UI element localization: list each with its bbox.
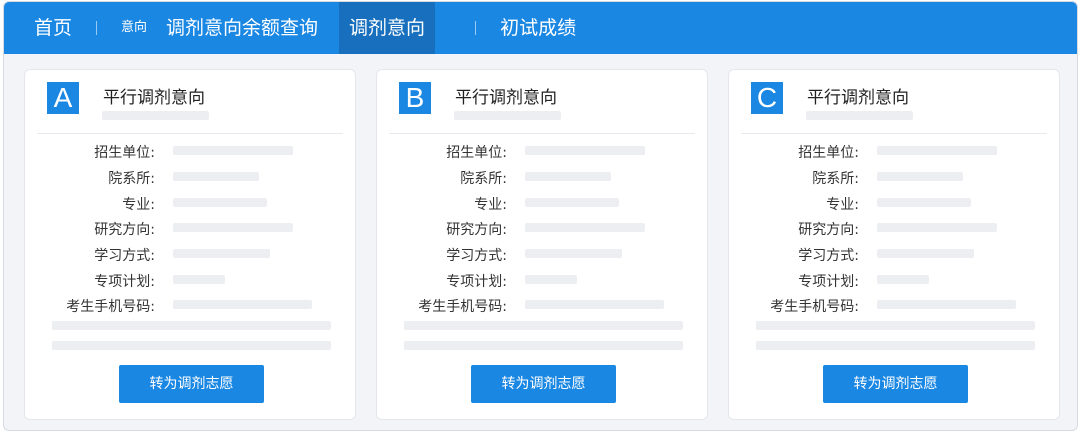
content-placeholder	[52, 341, 331, 350]
label-study-mode: 学习方式:	[798, 248, 859, 264]
value-placeholder	[877, 198, 971, 207]
label-phone: 考生手机号码:	[66, 299, 155, 315]
value-placeholder	[525, 249, 622, 258]
value-placeholder	[525, 172, 611, 181]
card-title: 平行调剂意向	[103, 88, 205, 108]
convert-to-choice-button[interactable]: 转为调剂志愿	[119, 365, 264, 403]
label-institution: 招生单位:	[446, 145, 507, 161]
label-study-mode: 学习方式:	[446, 248, 507, 264]
label-research-direction: 研究方向:	[798, 222, 859, 238]
label-major: 专业:	[122, 197, 155, 213]
label-special-plan: 专项计划:	[94, 274, 155, 290]
label-phone: 考生手机号码:	[418, 299, 507, 315]
content-placeholder	[52, 321, 331, 330]
nav-separator	[475, 21, 477, 35]
label-major: 专业:	[826, 197, 859, 213]
value-placeholder	[525, 275, 577, 284]
subtitle-placeholder	[806, 111, 913, 120]
label-department: 院系所:	[108, 171, 155, 187]
value-placeholder	[173, 172, 259, 181]
convert-to-choice-button[interactable]: 转为调剂志愿	[823, 365, 968, 403]
badge-a: A	[47, 82, 79, 114]
label-department: 院系所:	[812, 171, 859, 187]
value-placeholder	[173, 223, 293, 232]
nav-home[interactable]: 首页	[34, 2, 72, 54]
card-title: 平行调剂意向	[807, 88, 909, 108]
app-frame: 首页 意向 调剂意向余额查询 调剂意向 初试成绩 A 平行调剂意向 招生单位: …	[3, 1, 1078, 431]
label-major: 专业:	[474, 197, 507, 213]
label-institution: 招生单位:	[94, 145, 155, 161]
value-placeholder	[877, 172, 963, 181]
divider	[389, 133, 695, 134]
label-phone: 考生手机号码:	[770, 299, 859, 315]
label-department: 院系所:	[460, 171, 507, 187]
top-nav: 首页 意向 调剂意向余额查询 调剂意向 初试成绩	[4, 2, 1077, 54]
divider	[741, 133, 1047, 134]
label-study-mode: 学习方式:	[94, 248, 155, 264]
nav-separator	[96, 21, 98, 35]
card-title: 平行调剂意向	[455, 88, 557, 108]
subtitle-placeholder	[454, 111, 561, 120]
value-placeholder	[525, 300, 664, 309]
content-placeholder	[404, 321, 683, 330]
value-placeholder	[877, 223, 997, 232]
subtitle-placeholder	[102, 111, 209, 120]
value-placeholder	[525, 223, 645, 232]
label-special-plan: 专项计划:	[798, 274, 859, 290]
badge-c: C	[751, 82, 783, 114]
value-placeholder	[877, 300, 1016, 309]
nav-initial-score[interactable]: 初试成绩	[500, 2, 576, 54]
nav-adjust-intent[interactable]: 调剂意向	[339, 2, 436, 54]
value-placeholder	[525, 146, 645, 155]
value-placeholder	[173, 146, 293, 155]
value-placeholder	[173, 198, 267, 207]
content-placeholder	[756, 321, 1035, 330]
content-placeholder	[404, 341, 683, 350]
label-special-plan: 专项计划:	[446, 274, 507, 290]
value-placeholder	[877, 275, 929, 284]
value-placeholder	[173, 300, 312, 309]
badge-b: B	[399, 82, 431, 114]
intent-card-c: C 平行调剂意向 招生单位: 院系所: 专业: 研究方向: 学习方式: 专项计划…	[728, 69, 1060, 420]
label-research-direction: 研究方向:	[94, 222, 155, 238]
convert-to-choice-button[interactable]: 转为调剂志愿	[471, 365, 616, 403]
value-placeholder	[877, 249, 974, 258]
value-placeholder	[525, 198, 619, 207]
divider	[37, 133, 343, 134]
nav-intent-small[interactable]: 意向	[121, 2, 147, 54]
value-placeholder	[173, 275, 225, 284]
label-institution: 招生单位:	[798, 145, 859, 161]
label-research-direction: 研究方向:	[446, 222, 507, 238]
value-placeholder	[877, 146, 997, 155]
intent-card-a: A 平行调剂意向 招生单位: 院系所: 专业: 研究方向: 学习方式: 专项计划…	[24, 69, 356, 420]
nav-balance-query[interactable]: 调剂意向余额查询	[166, 2, 318, 54]
content-placeholder	[756, 341, 1035, 350]
value-placeholder	[173, 249, 270, 258]
intent-card-b: B 平行调剂意向 招生单位: 院系所: 专业: 研究方向: 学习方式: 专项计划…	[376, 69, 708, 420]
